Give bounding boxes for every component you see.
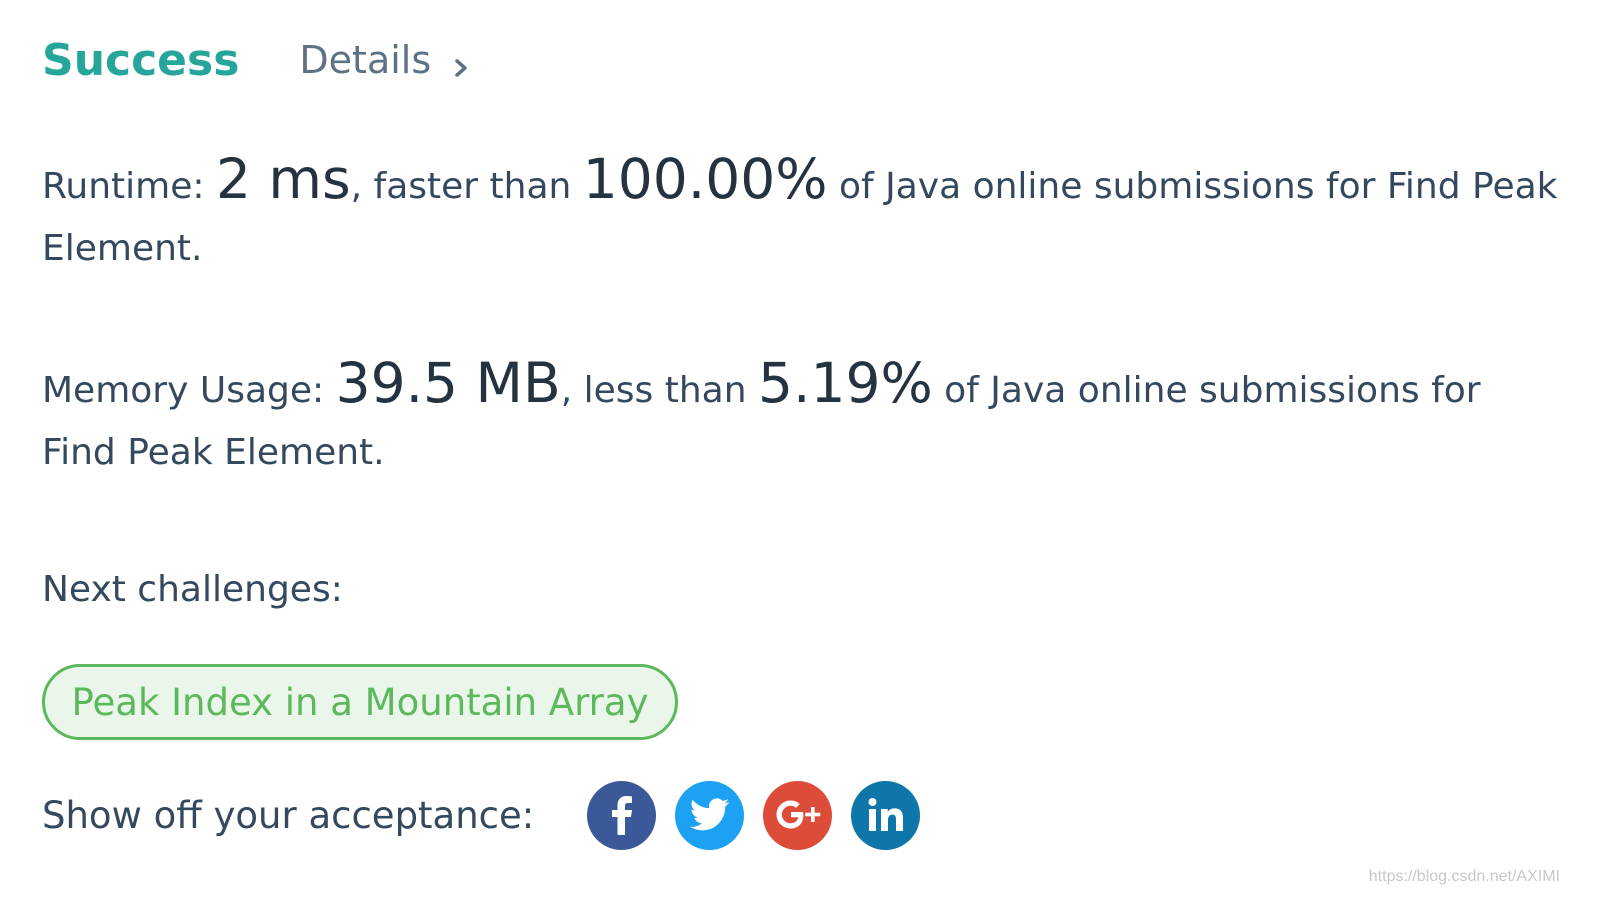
next-challenges-label: Next challenges: [42, 569, 343, 610]
details-link[interactable]: Details [299, 38, 475, 82]
twitter-share-button[interactable] [675, 780, 744, 850]
status-success: Success [42, 34, 240, 86]
runtime-value: 2 ms [215, 147, 351, 211]
runtime-label: Runtime: [42, 166, 216, 207]
google-plus-share-button[interactable] [763, 780, 832, 850]
google-plus-icon [774, 798, 822, 832]
runtime-percentile: 100.00% [582, 147, 828, 211]
runtime-comparison: , faster than [350, 166, 583, 207]
share-label: Show off your acceptance: [42, 793, 535, 837]
facebook-share-button[interactable] [587, 780, 656, 850]
linkedin-share-button[interactable] [851, 780, 920, 850]
memory-comparison: , less than [560, 370, 758, 411]
memory-label: Memory Usage: [42, 370, 336, 411]
memory-stat: Memory Usage: 39.5 MB, less than 5.19% o… [42, 352, 1562, 484]
memory-value: 39.5 MB [335, 351, 561, 415]
next-challenge-button[interactable]: Peak Index in a Mountain Array [42, 664, 678, 740]
twitter-icon [689, 798, 730, 832]
memory-percentile: 5.19% [757, 351, 933, 415]
facebook-icon [605, 795, 639, 835]
next-challenge-label: Peak Index in a Mountain Array [71, 680, 649, 724]
chevron-right-icon [451, 46, 475, 77]
result-header: Success Details [42, 30, 475, 90]
details-label: Details [299, 38, 432, 82]
watermark: https://blog.csdn.net/AXIMI [1368, 868, 1560, 885]
share-row: Show off your acceptance: [42, 780, 939, 850]
linkedin-icon [867, 797, 905, 833]
runtime-stat: Runtime: 2 ms, faster than 100.00% of Ja… [42, 148, 1562, 280]
